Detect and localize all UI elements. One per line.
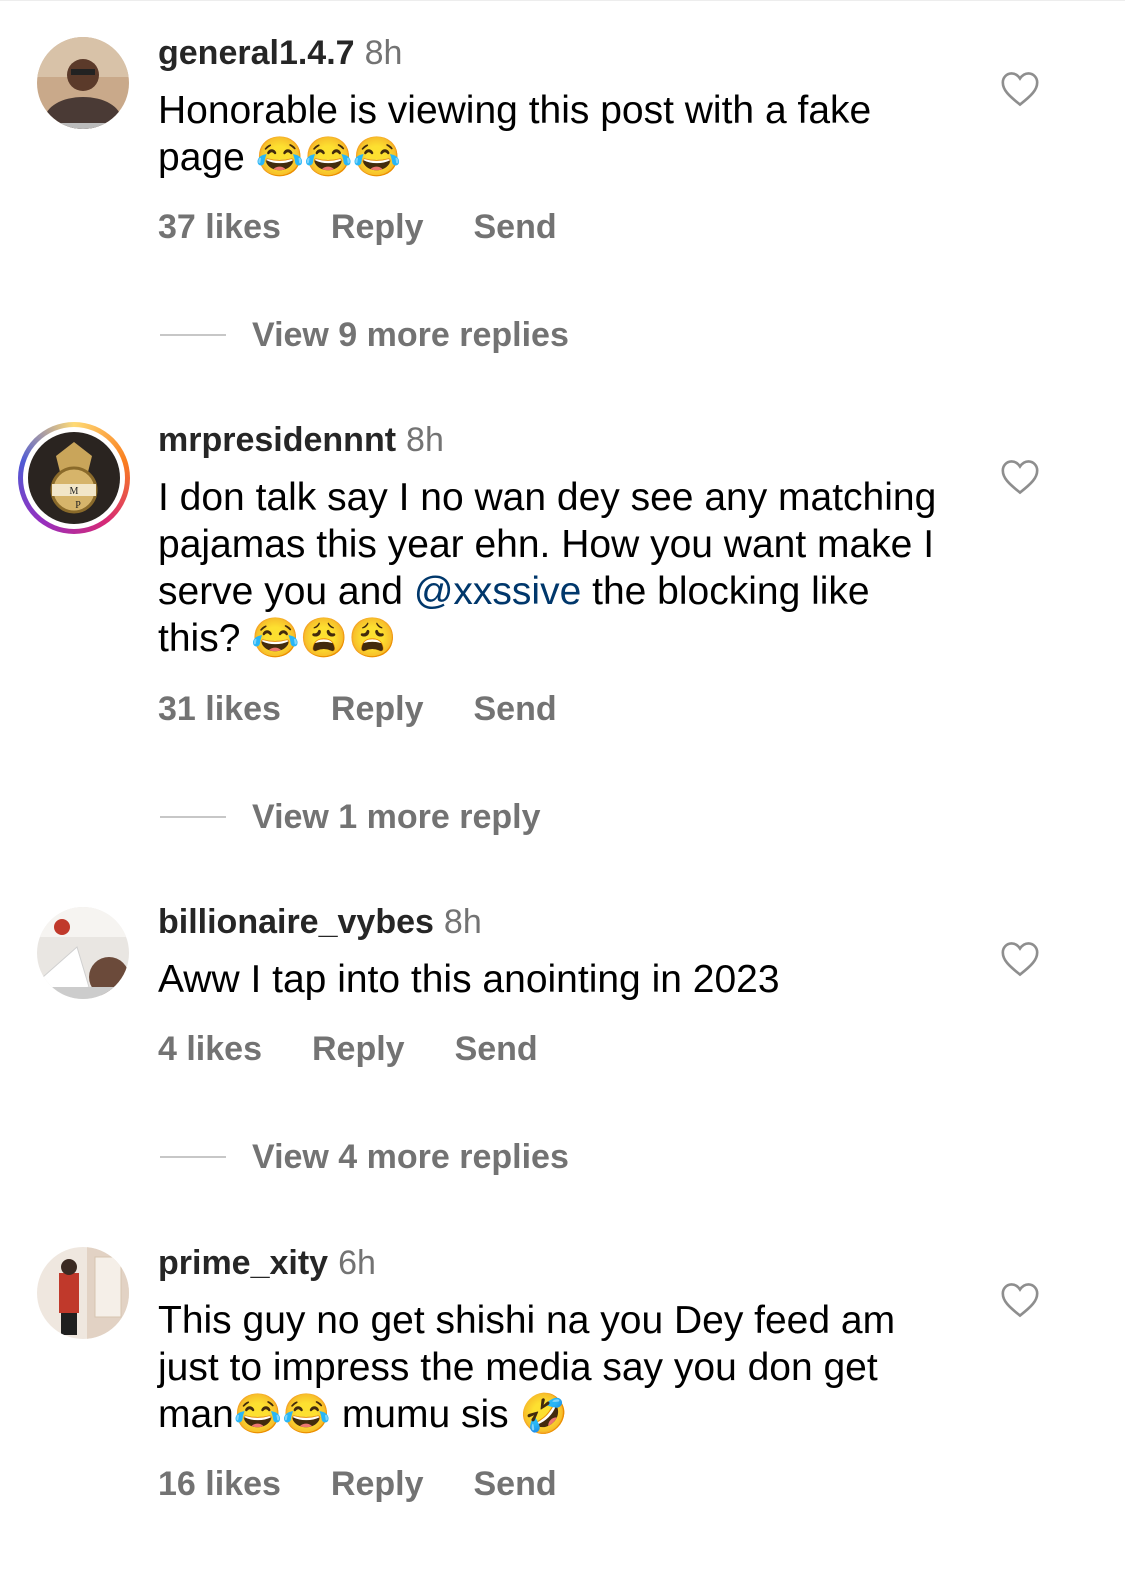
reply-button[interactable]: Reply xyxy=(312,1029,405,1069)
view-replies-button[interactable]: View 9 more replies xyxy=(160,315,569,355)
heart-icon[interactable] xyxy=(1000,71,1040,107)
timestamp: 6h xyxy=(338,1244,376,1282)
avatar[interactable] xyxy=(37,907,129,999)
comment-header: mrpresidennnt 8h xyxy=(158,420,444,460)
user-photo-icon xyxy=(37,37,129,129)
likes-count[interactable]: 31 likes xyxy=(158,689,281,729)
username[interactable]: mrpresidennnt xyxy=(158,421,396,459)
svg-text:M: M xyxy=(70,486,79,497)
reply-button[interactable]: Reply xyxy=(331,1464,424,1504)
comment-header: general1.4.7 8h xyxy=(158,33,402,73)
avatar[interactable] xyxy=(37,1247,129,1339)
comment-text: Aww I tap into this anointing in 2023 xyxy=(158,958,780,1001)
send-button[interactable]: Send xyxy=(455,1029,538,1069)
username[interactable]: prime_xity xyxy=(158,1244,328,1282)
send-button[interactable]: Send xyxy=(473,689,556,729)
mention-link[interactable]: @xxssive xyxy=(414,570,581,613)
view-replies-button[interactable]: View 4 more replies xyxy=(160,1137,569,1177)
comment-actions: 31 likes Reply Send xyxy=(158,689,557,729)
comment-actions: 37 likes Reply Send xyxy=(158,207,557,247)
timestamp: 8h xyxy=(406,421,444,459)
view-replies-label: View 9 more replies xyxy=(252,316,569,354)
view-replies-label: View 1 more reply xyxy=(252,798,541,836)
heart-icon[interactable] xyxy=(1000,1282,1040,1318)
send-button[interactable]: Send xyxy=(473,207,556,247)
heart-icon[interactable] xyxy=(1000,459,1040,495)
likes-count[interactable]: 4 likes xyxy=(158,1029,262,1069)
reply-button[interactable]: Reply xyxy=(331,689,424,729)
username[interactable]: billionaire_vybes xyxy=(158,903,434,941)
comment-text: I don talk say I no wan dey see any matc… xyxy=(158,474,958,662)
avatar[interactable] xyxy=(37,37,129,129)
view-replies-label: View 4 more replies xyxy=(252,1138,569,1176)
comment-actions: 16 likes Reply Send xyxy=(158,1464,557,1504)
avatar[interactable]: M P xyxy=(18,422,130,534)
user-photo-icon xyxy=(37,907,129,999)
timestamp: 8h xyxy=(443,903,482,941)
divider xyxy=(160,334,226,337)
send-button[interactable]: Send xyxy=(473,1464,556,1504)
divider xyxy=(160,816,226,819)
divider xyxy=(0,0,1125,1)
username[interactable]: general1.4.7 xyxy=(158,34,355,72)
heart-icon[interactable] xyxy=(1000,941,1040,977)
comment-actions: 4 likes Reply Send xyxy=(158,1029,538,1069)
view-replies-button[interactable]: View 1 more reply xyxy=(160,797,541,837)
avatar-ring: M P xyxy=(23,427,125,529)
comment-text: Honorable is viewing this post with a fa… xyxy=(158,89,872,179)
user-photo-icon xyxy=(37,1247,129,1339)
comment-text: This guy no get shishi na you Dey feed a… xyxy=(158,1299,896,1436)
likes-count[interactable]: 37 likes xyxy=(158,207,281,247)
timestamp: 8h xyxy=(364,34,403,72)
comment-header: billionaire_vybes 8h xyxy=(158,902,482,942)
svg-text:P: P xyxy=(75,500,81,511)
divider xyxy=(160,1156,226,1159)
crest-logo-icon: M P xyxy=(28,432,120,524)
reply-button[interactable]: Reply xyxy=(331,207,424,247)
likes-count[interactable]: 16 likes xyxy=(158,1464,281,1504)
comment-header: prime_xity 6h xyxy=(158,1243,376,1283)
